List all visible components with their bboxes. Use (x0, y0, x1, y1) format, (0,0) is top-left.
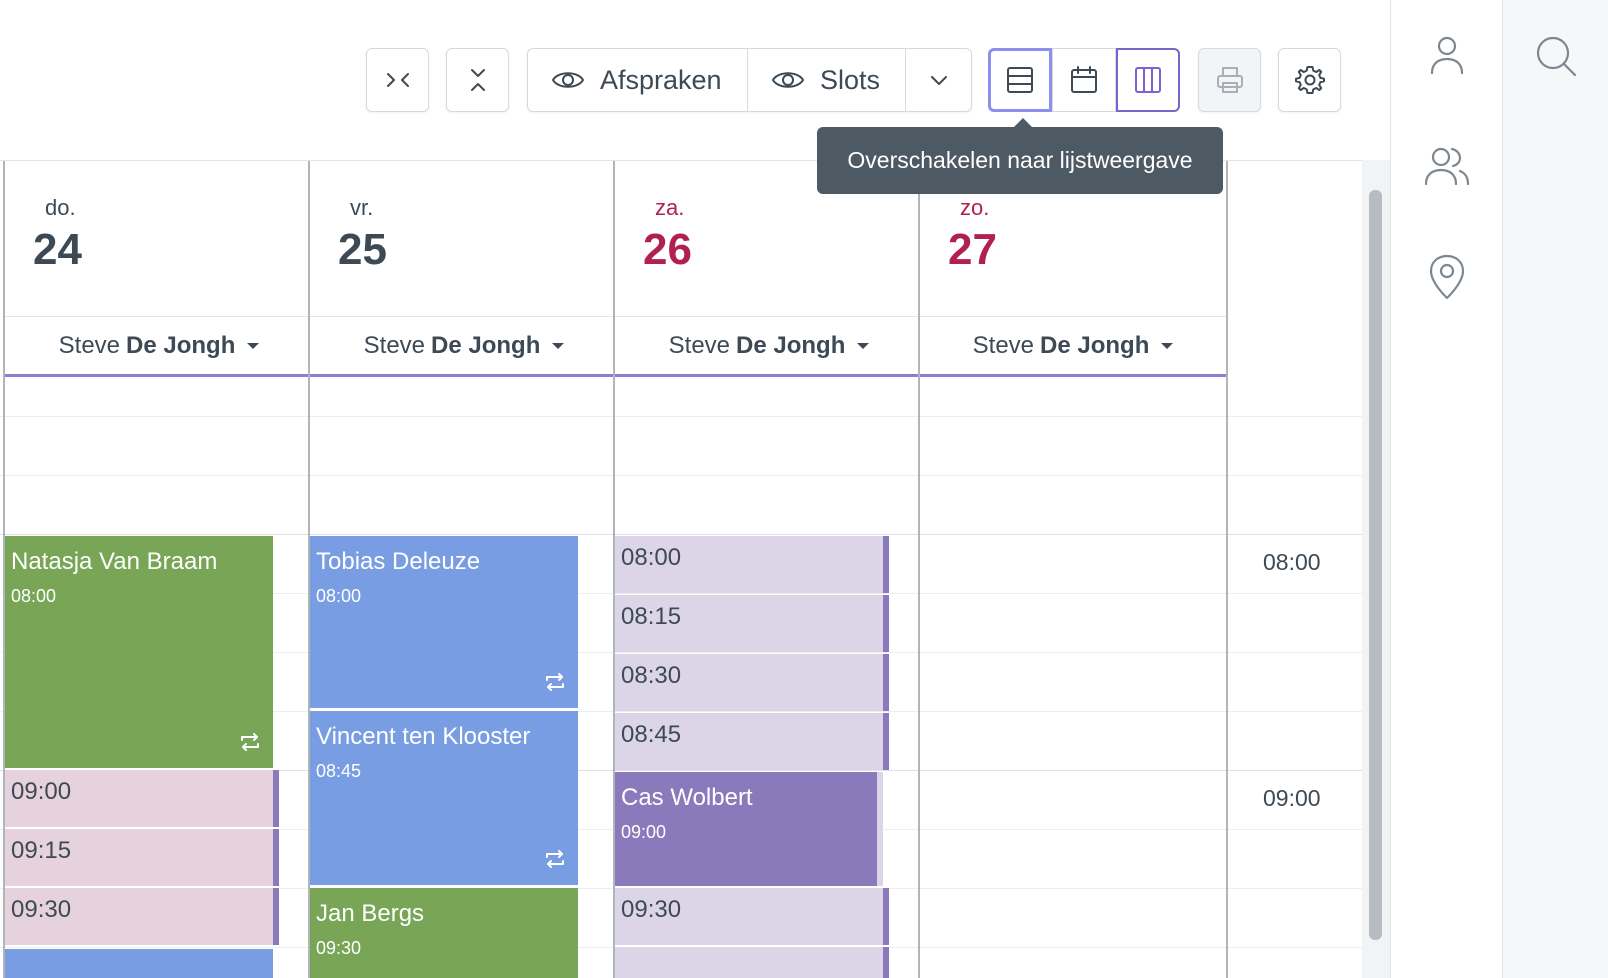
calendar-grid: do. 24 Steve De Jongh Natasja Van Braam … (0, 160, 1390, 978)
show-slots-button[interactable]: Slots (748, 49, 906, 111)
repeat-icon (542, 846, 568, 877)
appointment-block[interactable]: Vincent ten Klooster 08:45 (310, 711, 578, 885)
appointment-time: 09:00 (621, 822, 667, 842)
day-number: 25 (338, 225, 387, 274)
visibility-dropdown-button[interactable] (906, 49, 971, 111)
day-name: vr. (350, 195, 374, 220)
right-sidebar (1390, 0, 1502, 978)
slot-block[interactable]: 08:00 (615, 536, 889, 593)
appointment-block[interactable]: Cas Wolbert 09:00 (615, 772, 883, 886)
appointment-time: 08:45 (316, 761, 362, 781)
collapse-vertical-button[interactable] (446, 48, 509, 112)
settings-button[interactable] (1278, 48, 1341, 112)
location-button[interactable] (1419, 249, 1475, 305)
slot-block[interactable]: 08:15 (615, 595, 889, 652)
resource-selector[interactable]: Steve De Jongh (920, 317, 1226, 377)
appointment-block[interactable]: Jan Bergs 09:30 (310, 888, 578, 978)
resource-selector[interactable]: Steve De Jongh (5, 317, 313, 377)
collapse-horizontal-icon (386, 73, 409, 87)
day-number: 24 (33, 225, 82, 274)
slot-block[interactable] (615, 947, 889, 978)
resource-first-name: Steve (972, 331, 1035, 359)
appointment-time: 08:00 (316, 586, 362, 606)
columns-icon (1135, 67, 1161, 93)
print-button[interactable] (1198, 48, 1261, 112)
collapse-vertical-icon (470, 69, 485, 91)
list-view-button[interactable] (988, 48, 1052, 112)
user-icon (1430, 36, 1464, 75)
slot-block[interactable]: 09:30 (615, 888, 889, 945)
show-appointments-button[interactable]: Afspraken (528, 49, 748, 111)
resource-selector[interactable]: Steve De Jongh (615, 317, 923, 377)
repeat-icon (237, 729, 263, 760)
user-button[interactable] (1419, 27, 1475, 83)
appointment-name: Vincent ten Klooster (316, 723, 531, 750)
slots-label: Slots (820, 64, 881, 95)
day-name: do. (45, 195, 76, 220)
collapse-horizontal-button[interactable] (366, 48, 429, 112)
view-switch-group (988, 48, 1180, 112)
month-view-button[interactable] (1052, 48, 1116, 112)
appointments-label: Afspraken (600, 64, 722, 95)
day-column-24: do. 24 Steve De Jongh Natasja Van Braam … (3, 161, 313, 978)
list-view-icon (1007, 67, 1033, 93)
resource-last-name: De Jongh (736, 331, 846, 359)
users-icon (1424, 147, 1470, 186)
appointment-block[interactable]: Natasja Van Braam 08:00 (5, 536, 273, 768)
slot-block[interactable]: 08:30 (615, 654, 889, 711)
caret-down-icon (247, 342, 260, 349)
appointment-name: Cas Wolbert (621, 784, 753, 811)
day-column-27: zo. 27 Steve De Jongh (918, 161, 1228, 978)
day-column-26: za. 26 Steve De Jongh 08:00 08:15 08:30 … (613, 161, 923, 978)
slot-block[interactable]: 08:45 (615, 713, 889, 770)
appointment-name: Jan Bergs (316, 900, 425, 927)
resource-last-name: De Jongh (1040, 331, 1150, 359)
day-column-25: vr. 25 Steve De Jongh Tobias Deleuze 08:… (308, 161, 618, 978)
resource-first-name: Steve (363, 331, 426, 359)
chevron-down-icon (930, 76, 947, 85)
day-name: za. (655, 195, 685, 220)
slot-block[interactable]: 09:30 (5, 888, 279, 945)
appointment-time: 09:30 (316, 938, 362, 958)
view-tooltip: Overschakelen naar lijstweergave (817, 118, 1223, 194)
resource-first-name: Steve (58, 331, 121, 359)
slot-block[interactable]: 09:15 (5, 829, 279, 886)
appointment-block[interactable]: Tobias Deleuze 08:00 (310, 536, 578, 708)
calendar-icon (1071, 66, 1097, 93)
search-button[interactable] (1528, 28, 1584, 84)
day-number: 27 (948, 225, 997, 274)
appointment-name: Tobias Deleuze (316, 548, 481, 575)
gear-icon (1294, 66, 1325, 94)
week-columns-view-button[interactable] (1116, 48, 1180, 112)
caret-down-icon (552, 342, 565, 349)
visibility-toggle-group: Afspraken Slots (527, 48, 972, 112)
caret-down-icon (1161, 342, 1174, 349)
resource-last-name: De Jongh (431, 331, 541, 359)
time-label: 09:00 (1263, 785, 1321, 811)
repeat-icon (542, 669, 568, 700)
appointment-name: Natasja Van Braam (11, 548, 218, 575)
location-pin-icon (1429, 254, 1465, 300)
resource-first-name: Steve (668, 331, 731, 359)
users-button[interactable] (1419, 138, 1475, 194)
eye-icon (552, 72, 584, 88)
day-header: do. 24 (5, 161, 313, 317)
search-icon (1536, 36, 1577, 77)
day-name: zo. (960, 195, 990, 220)
time-label: 08:00 (1263, 549, 1321, 575)
eye-icon (772, 72, 804, 88)
appointment-time: 08:00 (11, 586, 57, 606)
day-header: vr. 25 (310, 161, 618, 317)
scrollbar-thumb[interactable] (1369, 190, 1382, 940)
day-number: 26 (643, 225, 692, 274)
search-pane (1502, 0, 1608, 978)
appointment-block[interactable] (5, 949, 273, 978)
caret-down-icon (857, 342, 870, 349)
resource-last-name: De Jongh (126, 331, 236, 359)
slot-block[interactable]: 09:00 (5, 770, 279, 827)
printer-icon (1216, 67, 1243, 93)
resource-selector[interactable]: Steve De Jongh (310, 317, 618, 377)
